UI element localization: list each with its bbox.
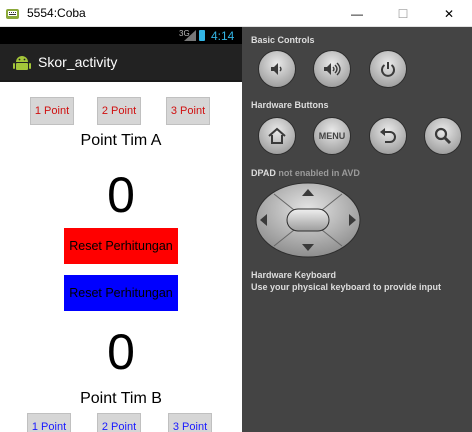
power-button[interactable]	[369, 50, 407, 88]
status-bar: 3G 4:14	[0, 27, 242, 44]
hardware-keyboard-note: Use your physical keyboard to provide in…	[251, 282, 442, 292]
team-b-3-point-button[interactable]: 3 Point	[168, 413, 212, 432]
team-a-2-point-button[interactable]: 2 Point	[97, 97, 141, 125]
volume-down-icon	[271, 63, 282, 75]
team-a-1-point-button[interactable]: 1 Point	[30, 97, 74, 125]
team-b-score: 0	[107, 324, 135, 380]
team-b-reset-button[interactable]: Reset Perhitungan	[64, 275, 178, 311]
device-screen: 3G 4:14 Skor_activity 1 Point 2 Point 3 …	[0, 27, 242, 432]
window-titlebar: 5554:Coba — ☐ ✕	[0, 0, 472, 27]
team-a-reset-button[interactable]: Reset Perhitungan	[64, 228, 178, 264]
action-bar: Skor_activity	[0, 44, 242, 82]
hardware-buttons-heading: Hardware Buttons	[251, 100, 329, 110]
team-b-2-point-button[interactable]: 2 Point	[97, 413, 141, 432]
activity-title: Skor_activity	[38, 54, 118, 70]
hardware-keyboard-heading: Hardware Keyboard	[251, 270, 337, 280]
volume-down-button[interactable]	[258, 50, 296, 88]
emulator-app-icon	[6, 9, 19, 19]
search-button[interactable]	[424, 117, 462, 155]
menu-button-label: MENU	[318, 131, 346, 141]
dpad-title: DPAD	[251, 168, 276, 178]
window-title: 5554:Coba	[27, 6, 86, 20]
team-b-label: Point Tim B	[80, 390, 162, 407]
search-icon	[434, 127, 452, 145]
back-button[interactable]	[369, 117, 407, 155]
team-a-3-point-button[interactable]: 3 Point	[166, 97, 210, 125]
hardware-keyboard-section: Hardware Keyboard Use your physical keyb…	[251, 269, 441, 293]
team-a-score: 0	[107, 167, 135, 223]
dpad-icon[interactable]	[254, 182, 362, 258]
basic-controls-heading: Basic Controls	[251, 35, 315, 45]
volume-up-icon	[324, 62, 341, 76]
volume-up-button[interactable]	[313, 50, 351, 88]
team-b-1-point-button[interactable]: 1 Point	[27, 413, 71, 432]
dpad-note: not enabled in AVD	[278, 168, 360, 178]
minimize-button[interactable]: —	[334, 0, 380, 27]
close-button[interactable]: ✕	[426, 0, 472, 27]
emulator-controls-panel: Basic Controls Hardware Buttons MENU DPA…	[242, 27, 472, 432]
back-icon	[380, 128, 396, 143]
android-icon	[13, 56, 31, 70]
battery-icon	[199, 30, 205, 41]
menu-button[interactable]: MENU	[313, 117, 351, 155]
team-a-label: Point Tim A	[80, 132, 162, 149]
status-time: 4:14	[211, 29, 235, 43]
dpad-heading: DPAD not enabled in AVD	[251, 168, 360, 178]
home-icon	[268, 127, 286, 144]
maximize-button[interactable]: ☐	[380, 0, 426, 27]
home-button[interactable]	[258, 117, 296, 155]
power-icon	[381, 62, 395, 77]
signal-icon	[184, 30, 196, 41]
